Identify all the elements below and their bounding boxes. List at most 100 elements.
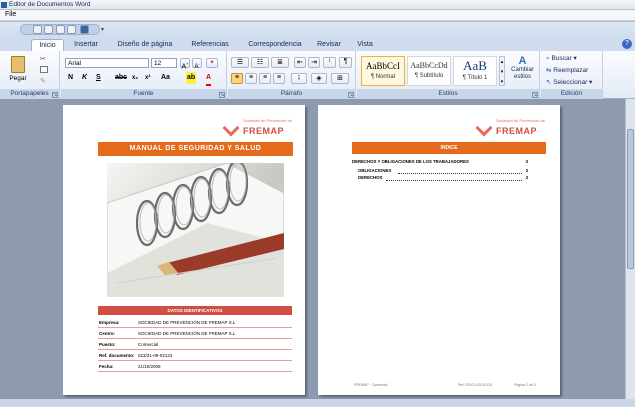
fremap-logo: Sociedad de Prevención de FREMAP: [475, 119, 548, 137]
table-row: Fecha: 21/10/2009: [98, 361, 292, 372]
copy-icon[interactable]: [40, 66, 48, 73]
scrollbar-thumb[interactable]: [627, 129, 634, 269]
refresh-icon[interactable]: [56, 25, 65, 34]
menu-file[interactable]: File: [5, 11, 16, 18]
editing-label: Edición: [541, 89, 602, 99]
footer-center: Ref: 023/21-09-02123: [458, 383, 493, 387]
tab-revisar[interactable]: Revisar: [314, 39, 344, 51]
tab-diseno[interactable]: Diseño de página: [110, 39, 180, 51]
table-row: Puesto: Comercial: [98, 339, 292, 350]
tab-inicio[interactable]: Inicio: [31, 39, 64, 51]
fremap-logo: Sociedad de Prevención de FREMAP: [222, 119, 295, 137]
qat-dropdown-icon[interactable]: ▾: [101, 26, 104, 33]
dialog-launcher-icon[interactable]: ↘: [52, 92, 58, 98]
quick-access-toolbar: ▾: [0, 22, 635, 37]
font-color-icon[interactable]: A: [206, 72, 212, 86]
toc-entry[interactable]: DERECHOS Y OBLIGACIONES DE LOS TRABAJADO…: [352, 159, 528, 166]
dialog-launcher-icon[interactable]: ↘: [532, 92, 538, 98]
toc-entry[interactable]: DERECHOS 3: [358, 175, 528, 182]
group-clipboard: Pegar ✂ ✎ Portapapeles ↘: [0, 51, 60, 99]
strikethrough-button[interactable]: abc: [115, 72, 127, 84]
dialog-launcher-icon[interactable]: ↘: [348, 92, 354, 98]
grow-font-button[interactable]: A+: [180, 58, 190, 70]
font-name-combo[interactable]: Arial: [65, 58, 149, 68]
dialog-launcher-icon[interactable]: ↘: [219, 92, 225, 98]
select-button[interactable]: ↖ Seleccionar ▾: [546, 78, 592, 86]
footer-right: Página 2 de 3: [514, 383, 536, 387]
footer-left: FREMAP · Comercial: [354, 383, 388, 387]
paste-button[interactable]: Pegar: [6, 54, 30, 86]
vertical-scrollbar[interactable]: [625, 99, 635, 399]
ribbon-tabs: Inicio Insertar Diseño de página Referen…: [0, 37, 635, 51]
multilevel-list-icon[interactable]: ≣: [271, 57, 289, 68]
fremap-logo-icon: [475, 119, 493, 137]
highlight-icon[interactable]: ab: [186, 72, 197, 84]
numbering-icon[interactable]: ☷: [251, 57, 269, 68]
document-page-2[interactable]: Sociedad de Prevención de FREMAP INDICE …: [318, 105, 560, 395]
superscript-button[interactable]: x²: [145, 72, 150, 84]
index-title: INDICE: [352, 142, 546, 154]
word-app-icon: [1, 2, 7, 8]
clipboard-label: Portapapeles ↘: [0, 89, 59, 99]
justify-icon[interactable]: ≡: [273, 73, 285, 84]
table-row: Centro: SOCIEDAD DE PREVENCIÓN DE FREMAP…: [98, 328, 292, 339]
cut-icon[interactable]: ✂: [40, 55, 46, 63]
paragraph-label: Párrafo ↘: [228, 89, 355, 99]
menu-bar: File: [0, 10, 635, 21]
group-styles: AaBbCcI ¶ Normal AaBbCcDd ¶ Subtítulo Aa…: [357, 51, 540, 99]
document-title: MANUAL DE SEGURIDAD Y SALUD: [98, 142, 293, 156]
tab-referencias[interactable]: Referencias: [186, 39, 234, 51]
document-workspace[interactable]: Sociedad de Prevención de FREMAP MANUAL …: [0, 99, 625, 399]
title-bar: Editor de Documentos Word: [0, 0, 635, 10]
subscript-button[interactable]: x₂: [132, 72, 138, 84]
font-size-combo[interactable]: 12: [151, 58, 177, 68]
redo-icon[interactable]: [44, 25, 53, 34]
notebook-photo: [107, 163, 284, 297]
notebook-illustration: [107, 163, 284, 297]
align-center-icon[interactable]: ≡: [245, 73, 257, 84]
save-icon[interactable]: [80, 25, 89, 34]
tab-vista[interactable]: Vista: [352, 39, 378, 51]
bold-button[interactable]: N: [68, 72, 73, 84]
help-icon[interactable]: ?: [622, 39, 632, 49]
italic-button[interactable]: K: [82, 72, 87, 84]
ribbon: Pegar ✂ ✎ Portapapeles ↘ Arial 12 A+ A- ✦…: [0, 51, 635, 99]
styles-label: Estilos ↘: [357, 89, 539, 99]
bullets-icon[interactable]: ☰: [231, 57, 249, 68]
clipboard-icon: [11, 56, 25, 73]
sort-icon[interactable]: ↕: [323, 57, 336, 68]
group-paragraph: ☰ ☷ ≣ ⇤ ⇥ ↕ ¶ ≡ ≡ ≡ ≡ ↨ ◈ ⊞ Párrafo ↘: [228, 51, 356, 99]
table-row: Empresa: SOCIEDAD DE PREVENCIÓN DE FREMA…: [98, 317, 292, 328]
borders-icon[interactable]: ⊞: [331, 73, 349, 84]
align-left-icon[interactable]: ≡: [231, 73, 243, 84]
style-titulo-1[interactable]: AaB ¶ Título 1: [453, 56, 497, 86]
find-button[interactable]: ⌕ Buscar ▾: [546, 54, 577, 63]
window-title: Editor de Documentos Word: [9, 1, 91, 8]
status-bar: [0, 399, 635, 407]
shading-icon[interactable]: ◈: [311, 73, 327, 84]
change-styles-icon: A: [518, 55, 527, 67]
datos-header: DATOS IDENTIFICATIVOS: [98, 306, 292, 315]
show-marks-icon[interactable]: ¶: [339, 57, 352, 68]
clear-format-icon[interactable]: ✦: [206, 58, 218, 68]
table-row: Ref. documento: 023/21-09-02123: [98, 350, 292, 361]
increase-indent-icon[interactable]: ⇥: [308, 57, 320, 68]
underline-button[interactable]: S: [96, 72, 101, 84]
line-spacing-icon[interactable]: ↨: [291, 73, 307, 84]
shrink-font-button[interactable]: A-: [192, 58, 202, 70]
tab-insertar[interactable]: Insertar: [68, 39, 104, 51]
document-page-1[interactable]: Sociedad de Prevención de FREMAP MANUAL …: [63, 105, 305, 395]
tab-correspondencia[interactable]: Correspondencia: [240, 39, 310, 51]
decrease-indent-icon[interactable]: ⇤: [294, 57, 306, 68]
change-case-button[interactable]: Aa: [161, 72, 170, 84]
align-right-icon[interactable]: ≡: [259, 73, 271, 84]
format-painter-icon[interactable]: ✎: [40, 77, 46, 85]
styles-scroll[interactable]: ▴ ▾ ▾: [499, 56, 505, 86]
replace-button[interactable]: ⇆ Reemplazar: [546, 66, 588, 74]
undo-icon[interactable]: [33, 25, 42, 34]
style-normal[interactable]: AaBbCcI ¶ Normal: [361, 56, 405, 86]
style-subtitulo[interactable]: AaBbCcDd ¶ Subtítulo: [407, 56, 451, 86]
print-icon[interactable]: [67, 25, 76, 34]
change-styles-button[interactable]: A Cambiar estilos: [507, 54, 538, 88]
toc-entry[interactable]: OBLIGACIONES 3: [358, 168, 528, 175]
